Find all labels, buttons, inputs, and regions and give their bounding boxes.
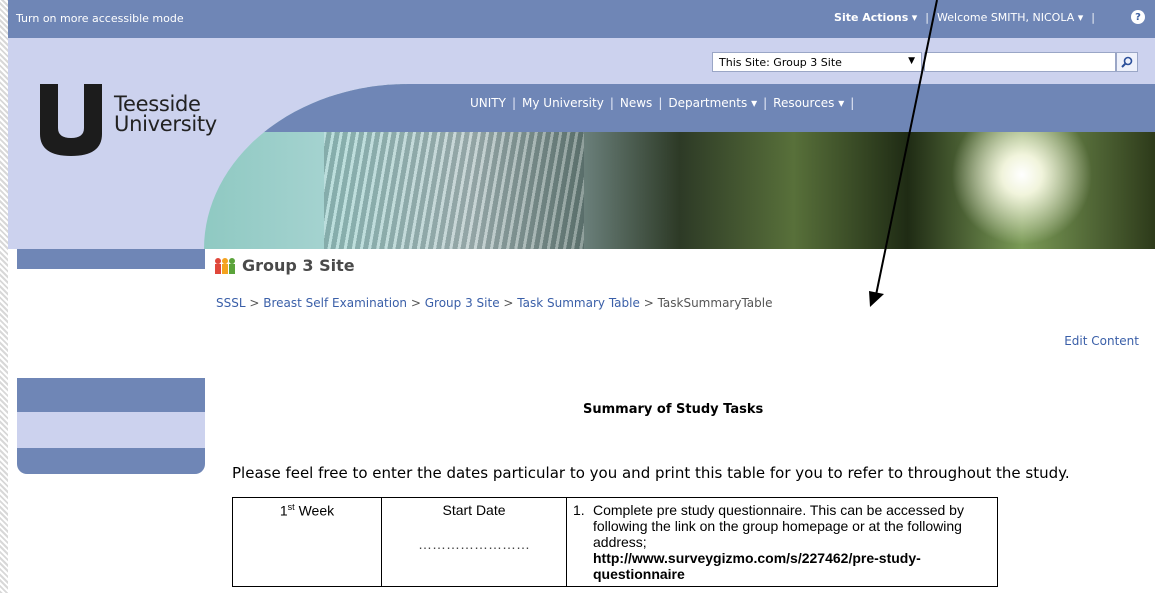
annotation-arrow-line <box>875 0 938 296</box>
annotation-arrow <box>869 0 938 307</box>
annotation-arrow-head <box>869 291 884 307</box>
